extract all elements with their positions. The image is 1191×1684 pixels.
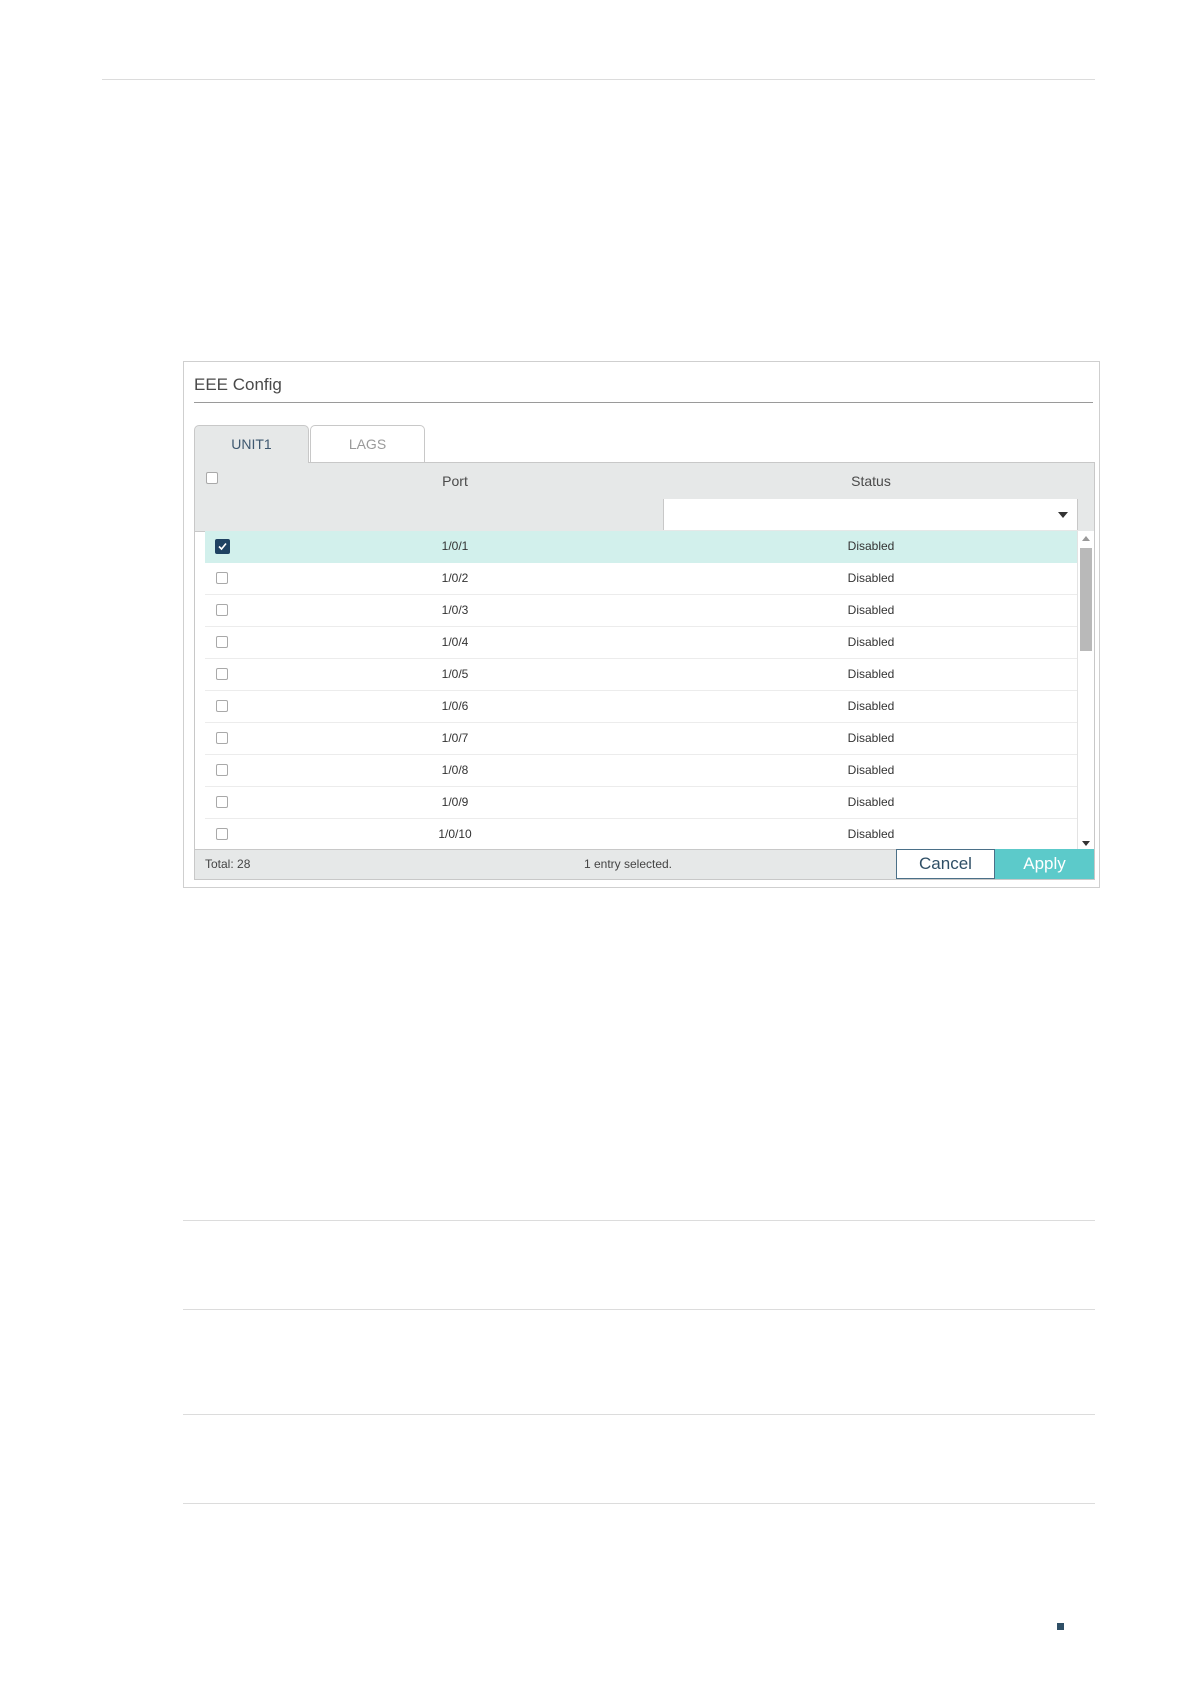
row-checkbox[interactable] [216,572,228,584]
cell-port: 1/0/8 [441,763,469,777]
cell-port: 1/0/10 [438,827,472,841]
table-header: Port Status [195,463,1094,500]
table-row[interactable]: 1/0/4 Disabled [205,627,1077,659]
table-row[interactable]: 1/0/1 Disabled [205,531,1077,563]
select-all-checkbox[interactable] [206,472,218,484]
table-row[interactable]: 1/0/5 Disabled [205,659,1077,691]
arrow-down-icon[interactable] [1082,841,1090,846]
scroll-thumb[interactable] [1080,548,1092,651]
vertical-scrollbar[interactable] [1077,531,1094,851]
table-row[interactable]: 1/0/10 Disabled [205,819,1077,851]
apply-button[interactable]: Apply [995,849,1094,879]
row-checkbox[interactable] [215,539,230,554]
table-row[interactable]: 1/0/9 Disabled [205,787,1077,819]
check-icon [218,542,227,551]
row-checkbox[interactable] [216,700,228,712]
row-checkbox[interactable] [216,636,228,648]
status-filter-select[interactable] [663,499,1078,530]
divider [183,1503,1095,1504]
cell-port: 1/0/4 [441,635,469,649]
cell-status: Disabled [847,731,895,745]
cell-port: 1/0/6 [441,699,469,713]
table-row[interactable]: 1/0/6 Disabled [205,691,1077,723]
cell-status: Disabled [847,667,895,681]
cell-port: 1/0/1 [441,539,469,553]
divider [183,1309,1095,1310]
selection-info: 1 entry selected. [583,857,673,871]
cell-port: 1/0/2 [441,571,469,585]
chevron-down-icon [1058,512,1068,518]
table-row[interactable]: 1/0/2 Disabled [205,563,1077,595]
tab-unit1[interactable]: UNIT1 [194,425,309,463]
cell-status: Disabled [847,603,895,617]
table-row[interactable]: 1/0/3 Disabled [205,595,1077,627]
total-count: Total: 28 [205,857,251,871]
divider [183,1220,1095,1221]
cell-status: Disabled [847,763,895,777]
cell-port: 1/0/7 [441,731,469,745]
port-table: Port Status 1/0/1 Disabled 1/0/2 Disabled 1/… [194,462,1095,880]
page-header-rule [102,79,1095,80]
row-checkbox[interactable] [216,796,228,808]
cell-status: Disabled [847,539,895,553]
row-checkbox[interactable] [216,732,228,744]
column-header-status: Status [851,473,891,489]
row-checkbox[interactable] [216,828,228,840]
cell-status: Disabled [847,635,895,649]
cell-status: Disabled [847,827,895,841]
tab-lags[interactable]: LAGS [310,425,425,462]
table-row[interactable]: 1/0/8 Disabled [205,755,1077,787]
cell-port: 1/0/9 [441,795,469,809]
cell-port: 1/0/5 [441,667,469,681]
table-footer: Total: 28 1 entry selected. Cancel Apply [195,849,1094,879]
title-divider [194,402,1093,403]
filter-row [195,499,1094,532]
cancel-button[interactable]: Cancel [896,849,995,879]
cell-status: Disabled [847,571,895,585]
divider [183,1414,1095,1415]
row-checkbox[interactable] [216,764,228,776]
cell-status: Disabled [847,795,895,809]
row-checkbox[interactable] [216,604,228,616]
table-row[interactable]: 1/0/7 Disabled [205,723,1077,755]
arrow-up-icon[interactable] [1082,536,1090,541]
column-header-port: Port [442,473,468,489]
page-marker [1057,1623,1064,1630]
table-body: 1/0/1 Disabled 1/0/2 Disabled 1/0/3 Disabled 1… [205,531,1077,851]
cell-port: 1/0/3 [441,603,469,617]
eee-config-panel: EEE Config UNIT1 LAGS Port Status 1/0/1 D… [183,361,1100,888]
row-checkbox[interactable] [216,668,228,680]
cell-status: Disabled [847,699,895,713]
panel-title: EEE Config [194,375,282,394]
